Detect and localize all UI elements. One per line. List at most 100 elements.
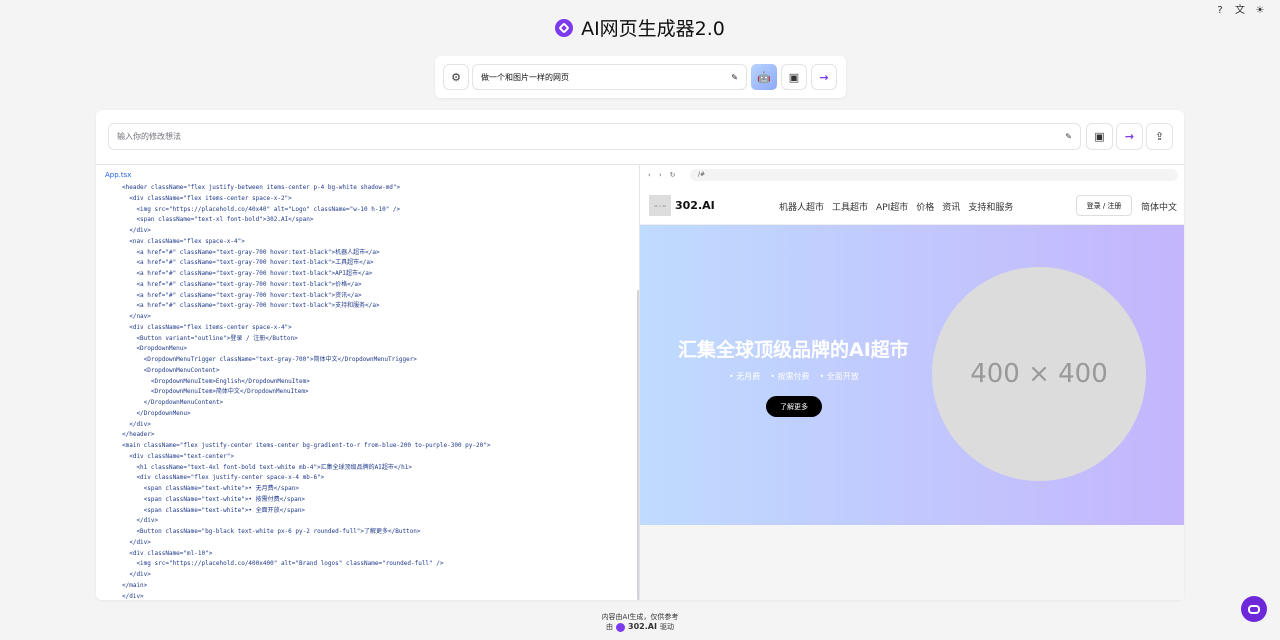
settings-button[interactable]: ⚙ (443, 64, 469, 90)
code-line: </div> (122, 420, 151, 428)
back-icon[interactable]: ‹ (648, 171, 651, 179)
code-line: </div> (122, 571, 151, 578)
code-line: <img src="https://placehold.co/400x400" … (122, 560, 444, 568)
footer-brand[interactable]: 302.AI (628, 622, 657, 632)
code-line: </div> (122, 538, 151, 546)
page-title: AI网页生成器2.0 (581, 18, 725, 40)
feature-item: • 无月费 (729, 372, 761, 381)
code-line: <a href="#" className="text-gray-700 hov… (122, 270, 373, 277)
nav-link[interactable]: 价格 (916, 200, 934, 213)
code-line: <nav className="flex space-x-4"> (122, 237, 245, 245)
image-icon: ▣ (788, 70, 800, 84)
code-line: <a href="#" className="text-gray-700 hov… (122, 248, 380, 256)
disclaimer: 内容由AI生成，仅供参考 (601, 613, 679, 621)
arrow-right-icon: → (819, 70, 829, 84)
code-line: </div> (122, 517, 159, 525)
code-line: <img src="https://placehold.co/40x40" al… (122, 205, 401, 213)
preview-pane: ‹ › ↻ /# 40 × 40 302.AI 机器人超市 工具超市 API超市… (640, 164, 1184, 600)
share-icon: ⇪ (1154, 130, 1165, 143)
prompt-input-value: 做一个和图片一样的网页 (481, 72, 569, 82)
code-line: <span className="text-white">• 无月费</span… (122, 485, 299, 492)
brand-image-placeholder: 400 × 400 (932, 267, 1146, 481)
prompt-card: ⚙ 做一个和图片一样的网页 ✎ 🤖 ▣ → (435, 56, 846, 98)
feature-item: • 全面开放 (819, 372, 859, 381)
code-line: <a href="#" className="text-gray-700 hov… (122, 302, 380, 310)
site-nav-links: 机器人超市 工具超市 API超市 价格 资讯 支持和服务 (779, 200, 1013, 213)
code-line: <DropdownMenuTrigger className="text-gra… (122, 356, 417, 363)
code-line: </div> (122, 227, 151, 234)
code-line: </nav> (122, 313, 151, 320)
code-line: <span className="text-xl font-bold">302.… (122, 216, 314, 224)
hero-features: • 无月费 • 按需付费 • 全面开放 (729, 371, 859, 382)
feature-item: • 按需付费 (770, 372, 810, 381)
magic-wand-icon[interactable]: ✎ (731, 73, 738, 82)
chat-button[interactable] (1241, 596, 1267, 622)
footer: 内容由AI生成，仅供参考 由 302.AI 驱动 (0, 612, 1280, 632)
code-line: <h1 className="text-4xl font-bold text-w… (122, 463, 412, 471)
nav-link[interactable]: 资讯 (942, 200, 960, 213)
login-button[interactable]: 登录 / 注册 (1076, 195, 1132, 216)
code-line: <a href="#" className="text-gray-700 hov… (122, 291, 362, 299)
code-line: <span className="text-white">• 按需付费</spa… (122, 495, 305, 503)
code-line: <DropdownMenuItem>English</DropdownMenuI… (122, 377, 310, 385)
site-logo: 40 × 40 (649, 195, 671, 216)
image-icon: ▣ (1094, 130, 1105, 143)
powered-by: 由 302.AI 驱动 (0, 622, 1280, 632)
code-content: <header className="flex justify-between … (122, 183, 490, 600)
code-line: <Button variant="outline">登录 / 注册</Butto… (122, 334, 298, 342)
refresh-icon[interactable]: ↻ (670, 171, 676, 179)
prompt-input[interactable]: 做一个和图片一样的网页 ✎ (472, 64, 747, 90)
code-line: <header className="flex justify-between … (122, 184, 401, 191)
upload-image-button[interactable]: ▣ (781, 64, 807, 90)
magic-wand-icon[interactable]: ✎ (1065, 132, 1072, 141)
generate-button[interactable]: → (811, 64, 837, 90)
preview-site: 40 × 40 302.AI 机器人超市 工具超市 API超市 价格 资讯 支持… (640, 185, 1184, 600)
nav-link[interactable]: 支持和服务 (968, 200, 1013, 213)
app-header: AI网页生成器2.0 (0, 14, 1280, 41)
code-line: <div className="text-center"> (122, 452, 234, 460)
powered-prefix: 由 (606, 623, 614, 631)
code-line: <div className="flex items-center space-… (122, 194, 292, 202)
gear-icon: ⚙ (451, 70, 461, 84)
browser-bar: ‹ › ↻ /# (640, 165, 1184, 185)
code-line: </header> (122, 431, 155, 439)
code-line: <main className="flex justify-center ite… (122, 442, 491, 449)
code-line: </div> (122, 592, 144, 600)
brand-logo-icon (616, 622, 626, 632)
code-line: <div className="flex justify-center spac… (122, 474, 325, 482)
code-line: <span className="text-white">• 全面开放</spa… (122, 506, 305, 514)
modify-image-button[interactable]: ▣ (1086, 123, 1113, 150)
nav-link[interactable]: 机器人超市 (779, 200, 824, 213)
language-dropdown[interactable]: 简体中文 (1141, 200, 1177, 213)
url-bar[interactable]: /# (690, 169, 1178, 181)
code-line: <DropdownMenuItem>简体中文</DropdownMenuItem… (122, 388, 309, 396)
app-logo-icon (555, 18, 574, 37)
modify-submit-button[interactable]: → (1116, 123, 1143, 150)
hero-section: 汇集全球顶级品牌的AI超市 • 无月费 • 按需付费 • 全面开放 了解更多 4… (640, 225, 1184, 525)
code-line: <div className="flex items-center space-… (122, 323, 292, 331)
workspace-card: 输入你的修改想法 ✎ ▣ → ⇪ App.tsx <header classNa… (96, 110, 1184, 600)
code-line: <Button className="bg-black text-white p… (122, 528, 421, 535)
forward-icon[interactable]: › (659, 171, 662, 179)
code-line: <DropdownMenu> (122, 345, 188, 353)
file-tab[interactable]: App.tsx (105, 171, 131, 179)
modify-input[interactable]: 输入你的修改想法 ✎ (108, 123, 1081, 150)
nav-link[interactable]: 工具超市 (832, 200, 868, 213)
code-line: </main> (122, 581, 148, 589)
modify-input-placeholder: 输入你的修改想法 (117, 132, 181, 141)
code-line: </DropdownMenuContent> (122, 399, 224, 406)
nav-link[interactable]: API超市 (876, 200, 908, 213)
powered-suffix: 驱动 (659, 623, 674, 631)
share-button[interactable]: ⇪ (1146, 123, 1173, 150)
code-line: <a href="#" className="text-gray-700 hov… (122, 259, 374, 267)
hero-title: 汇集全球顶级品牌的AI超市 (678, 339, 909, 361)
arrow-right-icon: → (1124, 130, 1135, 143)
code-line: <DropdownMenuContent> (122, 366, 220, 374)
code-editor[interactable]: App.tsx <header className="flex justify-… (96, 164, 640, 600)
learn-more-button[interactable]: 了解更多 (766, 396, 822, 417)
chat-bubble-icon (1248, 604, 1260, 614)
code-line: </DropdownMenu> (122, 409, 191, 417)
code-line: <a href="#" className="text-gray-700 hov… (122, 280, 362, 288)
uploaded-image-thumbnail[interactable]: 🤖 (751, 64, 777, 90)
site-brand: 302.AI (675, 199, 715, 212)
